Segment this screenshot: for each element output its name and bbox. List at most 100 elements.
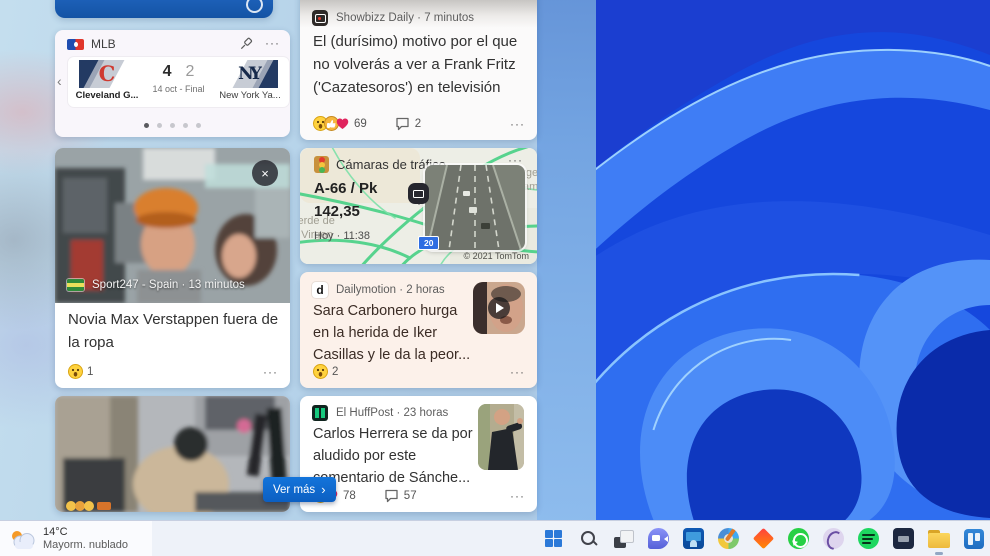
guardians-logo: C bbox=[99, 63, 116, 85]
camera-thumbnail[interactable] bbox=[425, 165, 525, 250]
dark-app-icon bbox=[893, 528, 914, 549]
camera-km: 142,35 bbox=[314, 203, 360, 220]
ver-mas-button[interactable]: Ver más › bbox=[263, 477, 336, 502]
pin-icon[interactable] bbox=[240, 37, 253, 50]
close-card-button[interactable]: × bbox=[252, 160, 278, 186]
article-headline: Novia Max Verstappen fuera de la ropa bbox=[68, 308, 280, 354]
article-image bbox=[55, 396, 290, 512]
search-icon bbox=[580, 530, 598, 548]
news-card-photo[interactable] bbox=[55, 396, 290, 512]
camera-map-pin-icon[interactable] bbox=[408, 183, 429, 204]
showbizz-logo-icon bbox=[312, 10, 328, 26]
widgets-panel: MLB ··· ‹ › C Cleveland G... bbox=[0, 0, 596, 520]
whatsapp-icon bbox=[788, 528, 809, 549]
reaction-count: 78 bbox=[343, 490, 356, 502]
road-number-badge: 20 bbox=[418, 236, 439, 250]
trello-button[interactable] bbox=[961, 526, 986, 551]
paint-palette-icon bbox=[718, 528, 739, 549]
remote-desktop-button[interactable] bbox=[681, 526, 706, 551]
mlb-logo-icon bbox=[67, 39, 84, 50]
comments-button[interactable]: 2 bbox=[395, 117, 421, 131]
bittorrent-button[interactable] bbox=[821, 526, 846, 551]
article-headline: El (durísimo) motivo por el que no volve… bbox=[313, 30, 527, 99]
card-more-button[interactable]: ··· bbox=[510, 117, 525, 131]
news-card-huffpost[interactable]: El HuffPost · 23 horas Carlos Herrera se… bbox=[300, 396, 537, 512]
comment-icon bbox=[384, 489, 399, 503]
chevron-right-icon: › bbox=[321, 482, 325, 497]
comment-count: 2 bbox=[415, 118, 421, 130]
panel-blur-edge bbox=[537, 0, 596, 520]
home-team: NY New York Ya... bbox=[217, 57, 283, 107]
card-more-button[interactable]: ··· bbox=[263, 365, 278, 379]
task-view-button[interactable] bbox=[611, 526, 636, 551]
task-view-icon bbox=[614, 530, 634, 548]
surprised-emoji-icon bbox=[313, 364, 328, 379]
desktop: MLB ··· ‹ › C Cleveland G... bbox=[0, 0, 990, 556]
news-card-dailymotion[interactable]: d Dailymotion · 2 horas Sara Carbonero h… bbox=[300, 272, 537, 388]
reaction-button[interactable] bbox=[313, 364, 324, 379]
yankees-logo: NY bbox=[238, 64, 262, 84]
pagination-dots[interactable] bbox=[55, 123, 290, 128]
heart-emoji-icon bbox=[335, 116, 350, 131]
paint-button[interactable] bbox=[716, 526, 741, 551]
taskbar: 14°C Mayorm. nublado bbox=[0, 520, 990, 556]
article-meta: Dailymotion · 2 horas bbox=[336, 284, 445, 296]
away-team: C Cleveland G... bbox=[74, 57, 140, 107]
camera-updated-time: Hoy · 11:38 bbox=[314, 230, 370, 242]
comment-count: 57 bbox=[404, 490, 417, 502]
huffpost-logo-icon bbox=[312, 405, 328, 421]
game-score-strip[interactable]: C Cleveland G... 4 2 14 oct - Final NY N… bbox=[68, 57, 289, 107]
news-card-showbizz[interactable]: Showbizz Daily · 7 minutos El (durísimo)… bbox=[300, 0, 537, 140]
file-explorer-button[interactable] bbox=[926, 526, 951, 551]
card-more-button[interactable]: ··· bbox=[265, 36, 280, 50]
reaction-count: 69 bbox=[354, 118, 367, 130]
dailymotion-logo-icon: d bbox=[312, 282, 328, 298]
mlb-widget-card[interactable]: MLB ··· ‹ › C Cleveland G... bbox=[55, 30, 290, 137]
search-button[interactable] bbox=[576, 526, 601, 551]
article-headline: Sara Carbonero hurga en la herida de Ike… bbox=[313, 300, 471, 366]
card-more-button[interactable]: ··· bbox=[510, 489, 525, 503]
dark-app-button[interactable] bbox=[891, 526, 916, 551]
sport247-logo-icon bbox=[67, 279, 84, 291]
comment-icon bbox=[395, 117, 410, 131]
whatsapp-button[interactable] bbox=[786, 526, 811, 551]
surprised-emoji-icon bbox=[68, 364, 83, 379]
video-thumbnail[interactable] bbox=[473, 282, 525, 334]
ver-mas-label: Ver más bbox=[273, 484, 315, 496]
widget-source: MLB bbox=[91, 37, 116, 51]
camera-road: A-66 / Pk bbox=[314, 180, 377, 197]
comments-button[interactable]: 57 bbox=[384, 489, 417, 503]
game-status: 14 oct - Final bbox=[152, 84, 204, 94]
home-team-name: New York Ya... bbox=[219, 90, 280, 101]
spotify-icon bbox=[858, 528, 879, 549]
reaction-button[interactable] bbox=[313, 116, 346, 131]
file-explorer-icon bbox=[928, 530, 950, 548]
card-more-button[interactable]: ··· bbox=[510, 365, 525, 379]
article-meta: Sport247 - Spain · 13 minutos bbox=[92, 279, 245, 291]
diamond-app-button[interactable] bbox=[751, 526, 776, 551]
spotify-button[interactable] bbox=[856, 526, 881, 551]
taskbar-weather-widget[interactable]: 14°C Mayorm. nublado bbox=[0, 521, 152, 556]
reaction-count: 2 bbox=[332, 366, 338, 378]
play-button[interactable] bbox=[488, 297, 510, 319]
article-meta: El HuffPost · 23 horas bbox=[336, 407, 448, 419]
article-meta: Showbizz Daily · 7 minutos bbox=[336, 12, 474, 24]
windows-start-icon bbox=[545, 530, 563, 548]
news-card-verstappen[interactable]: × Sport247 - Spain · 13 minutos Novia Ma… bbox=[55, 148, 290, 388]
remote-desktop-icon bbox=[683, 528, 704, 549]
start-button[interactable] bbox=[541, 526, 566, 551]
cloudy-weather-icon bbox=[9, 529, 35, 550]
prev-game-button[interactable]: ‹ bbox=[57, 74, 62, 88]
away-team-name: Cleveland G... bbox=[76, 90, 139, 101]
traffic-light-icon bbox=[314, 156, 329, 173]
traffic-cameras-widget[interactable]: Cámaras de tráfico ··· La Virgen del Cam… bbox=[300, 148, 537, 264]
trello-icon bbox=[964, 529, 984, 549]
score-center: 4 2 14 oct - Final bbox=[152, 57, 204, 107]
article-headline: Carlos Herrera se da por aludido por est… bbox=[313, 423, 479, 489]
bittorrent-icon bbox=[823, 528, 844, 549]
away-score: 4 bbox=[163, 63, 172, 81]
reaction-button[interactable] bbox=[68, 364, 79, 379]
chat-video-icon bbox=[648, 528, 669, 549]
chat-button[interactable] bbox=[646, 526, 671, 551]
top-banner-card[interactable] bbox=[55, 0, 273, 18]
